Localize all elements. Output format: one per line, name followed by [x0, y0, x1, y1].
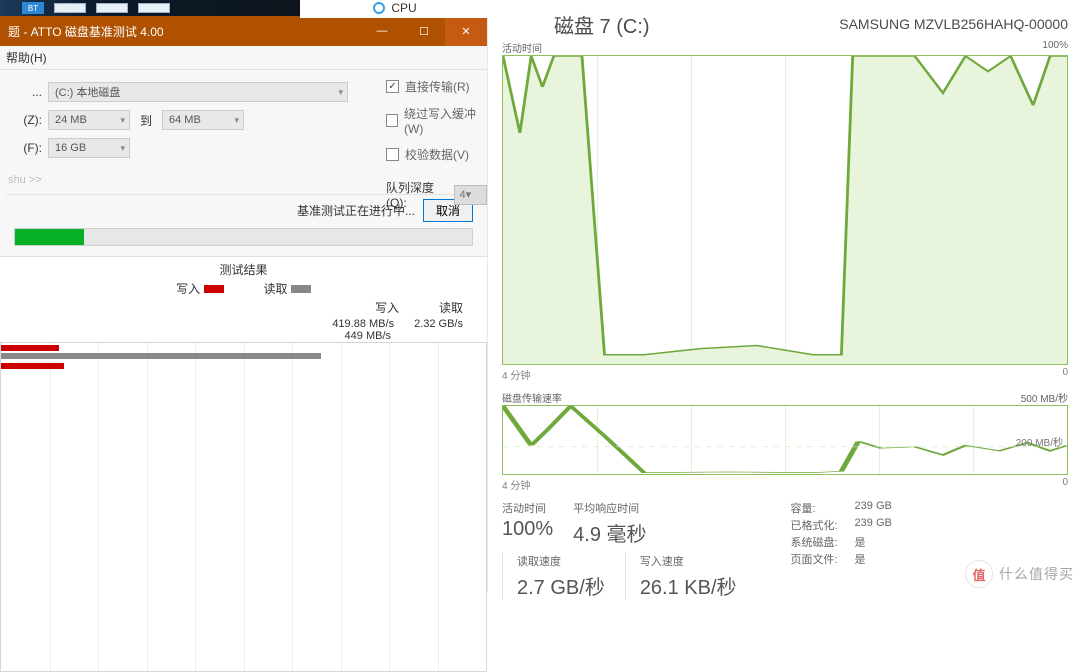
capacity-val: 239 GB [855, 500, 892, 516]
chevron-down-icon: ▾ [120, 143, 125, 154]
pagefile-val: 是 [855, 551, 866, 567]
chart2-label: 磁盘传输速率 [502, 390, 562, 405]
from-size-value: 24 MB [55, 114, 87, 126]
active-time-label: 活动时间 [502, 500, 553, 516]
window-titlebar[interactable]: 题 - ATTO 磁盘基准测试 4.00 — ☐ ✕ [0, 16, 487, 46]
write-bar [1, 363, 64, 369]
direct-io-label: 直接传输(R) [405, 78, 470, 95]
chevron-down-icon: ▾ [466, 188, 472, 201]
sysdisk-val: 是 [855, 534, 866, 550]
to-label: 到 [140, 112, 152, 129]
numeric-values: 419.88 MB/s 2.32 GB/s 449 MB/s [0, 318, 487, 342]
active-time-chart [502, 55, 1068, 365]
desktop-thumb [96, 3, 128, 13]
val-read-1: 2.32 GB/s [414, 318, 463, 330]
cpu-label: CPU [391, 1, 416, 15]
legend: 写入 读取 [0, 278, 487, 299]
write-speed-value: 26.1 KB/秒 [640, 571, 737, 600]
chevron-down-icon: ▾ [234, 115, 239, 126]
response-time-value: 4.9 毫秒 [573, 518, 646, 547]
active-time-value: 100% [502, 518, 553, 541]
window-title: 题 - ATTO 磁盘基准测试 4.00 [8, 23, 164, 40]
chart1-xl: 4 分钟 [502, 367, 530, 382]
maximize-button[interactable]: ☐ [403, 16, 445, 46]
sysdisk-key: 系统磁盘: [791, 534, 845, 550]
chart1-svg [503, 56, 1067, 364]
to-size-value: 64 MB [169, 114, 201, 126]
length-dropdown[interactable]: 16 GB ▾ [48, 138, 130, 158]
formatted-val: 239 GB [855, 517, 892, 533]
atto-window: BT CPU 题 - ATTO 磁盘基准测试 4.00 — ☐ ✕ 帮助(H) … [0, 0, 487, 592]
results-chart [0, 342, 487, 672]
transfer-rate-chart: 200 MB/秒 [502, 405, 1068, 475]
write-speed-label: 写入速度 [640, 553, 737, 569]
chart1-xr: 0 [1062, 367, 1068, 382]
col-read: 读取 [439, 299, 463, 316]
ring-icon [373, 2, 385, 14]
chart2-mid-label: 200 MB/秒 [1016, 434, 1063, 449]
to-size-dropdown[interactable]: 64 MB ▾ [162, 110, 244, 130]
chart1-label: 活动时间 [502, 40, 542, 55]
write-bar [1, 345, 59, 351]
verify-label: 校验数据(V) [405, 146, 469, 163]
taskmgr-disk-panel: 磁盘 7 (C:) SAMSUNG MZVLB256HAHQ-00000 活动时… [487, 0, 1080, 592]
length-label: (F): [6, 141, 42, 155]
close-button[interactable]: ✕ [445, 16, 487, 46]
queue-depth-label: 队列深度(Q): [386, 179, 448, 210]
chevron-down-icon: ▾ [120, 115, 125, 126]
bt-badge: BT [22, 2, 44, 14]
desktop-thumb [138, 3, 170, 13]
watermark-logo-icon: 值 [965, 560, 993, 588]
chart1-max: 100% [1042, 40, 1068, 55]
legend-read-label: 读取 [264, 282, 288, 296]
transfer-size-label: (Z): [6, 113, 42, 127]
config-panel: ... (C:) 本地磁盘 ▾ (Z): 24 MB ▾ 到 64 MB ▾ (… [0, 70, 487, 257]
drive-value: (C:) 本地磁盘 [55, 84, 120, 100]
chart2-max: 500 MB/秒 [1021, 390, 1068, 405]
disk-stats: 容量: 239 GB 已格式化: 239 GB 系统磁盘: 是 页面文件: 是 [791, 500, 892, 600]
legend-write-label: 写入 [176, 282, 200, 296]
drive-label: ... [6, 85, 42, 99]
progress-bar [14, 228, 473, 246]
bypass-cache-checkbox[interactable]: 绕过写入缓冲(W) [386, 105, 487, 136]
response-time-label: 平均响应时间 [573, 500, 646, 516]
chart2-xr: 0 [1062, 477, 1068, 492]
val-write-1: 419.88 MB/s [332, 318, 394, 330]
minimize-button[interactable]: — [361, 16, 403, 46]
length-value: 16 GB [55, 142, 86, 154]
read-speed-label: 读取速度 [517, 553, 605, 569]
chart2-xl: 4 分钟 [502, 477, 530, 492]
menu-bar: 帮助(H) [0, 46, 487, 70]
chevron-down-icon: ▾ [338, 87, 343, 98]
disk-title: 磁盘 7 (C:) [554, 10, 650, 39]
direct-io-checkbox[interactable]: ✓直接传输(R) [386, 78, 487, 95]
watermark: 值 什么值得买 [965, 560, 1074, 588]
drive-dropdown[interactable]: (C:) 本地磁盘 ▾ [48, 82, 348, 102]
desktop-thumb [54, 3, 86, 13]
val-read-2 [411, 330, 463, 342]
cpu-tab[interactable]: CPU [300, 0, 490, 18]
capacity-key: 容量: [791, 500, 845, 516]
read-speed-value: 2.7 GB/秒 [517, 571, 605, 600]
queue-depth-dropdown[interactable]: 4 ▾ [454, 185, 488, 205]
write-swatch-icon [204, 285, 224, 293]
val-write-2: 449 MB/s [345, 330, 391, 342]
chart2-svg [503, 406, 1067, 474]
progress-fill [15, 229, 84, 245]
pagefile-key: 页面文件: [791, 551, 845, 567]
from-size-dropdown[interactable]: 24 MB ▾ [48, 110, 130, 130]
verify-checkbox[interactable]: 校验数据(V) [386, 146, 487, 163]
read-swatch-icon [291, 285, 311, 293]
bypass-cache-label: 绕过写入缓冲(W) [404, 105, 487, 136]
formatted-key: 已格式化: [791, 517, 845, 533]
col-write: 写入 [375, 299, 399, 316]
results-title: 测试结果 [0, 257, 487, 278]
watermark-text: 什么值得买 [999, 564, 1074, 584]
disk-model: SAMSUNG MZVLB256HAHQ-00000 [839, 16, 1068, 32]
menu-help[interactable]: 帮助(H) [6, 49, 47, 66]
read-bar [1, 353, 321, 359]
